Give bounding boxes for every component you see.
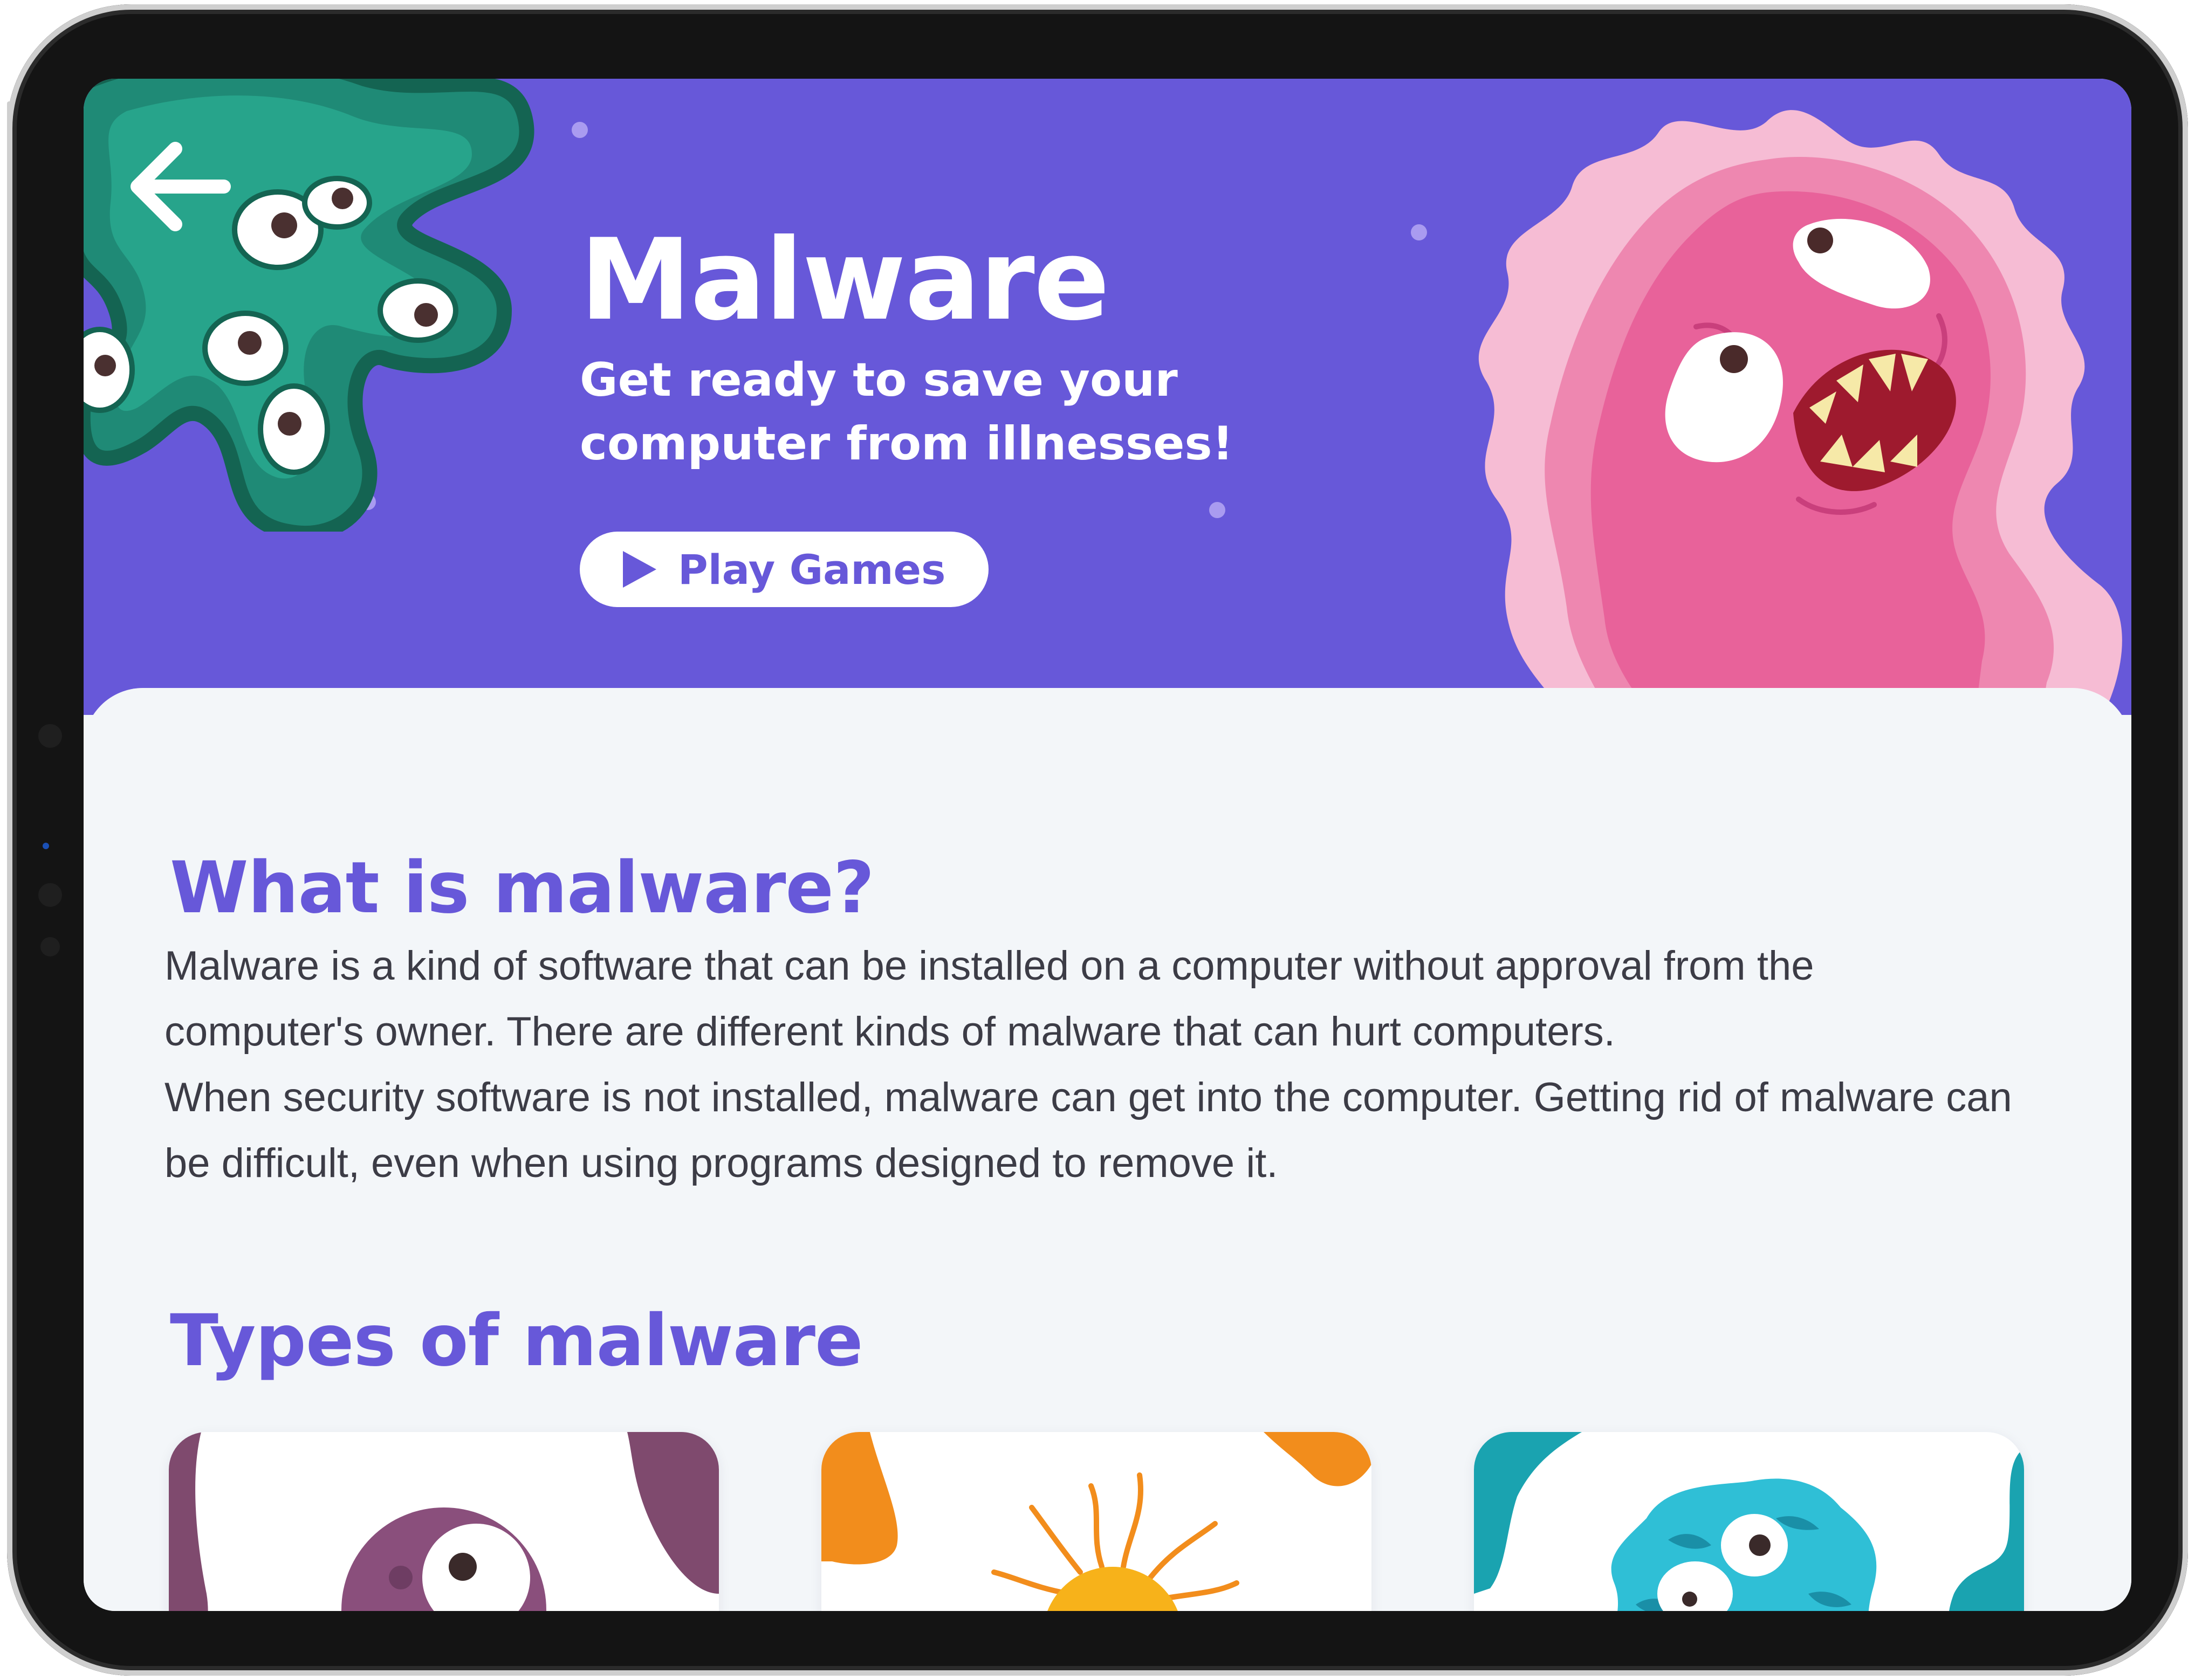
camera-indicator [43, 843, 49, 849]
arrow-left-icon [131, 142, 231, 231]
volume-button [260, 4, 336, 9]
what-is-paragraph-1: Malware is a kind of software that can b… [164, 943, 1814, 1055]
what-is-heading: What is malware? [170, 846, 875, 929]
pink-virus-illustration [1478, 110, 2122, 747]
back-button[interactable] [116, 133, 245, 240]
star-decoration [1209, 502, 1225, 518]
malware-type-card[interactable] [821, 1432, 1371, 1611]
play-icon [623, 551, 656, 588]
malware-type-card[interactable] [169, 1432, 719, 1611]
app-screen: Malware Get ready to save your computer … [84, 79, 2131, 1611]
camera-sensor [38, 724, 62, 748]
star-decoration [572, 122, 588, 138]
malware-type-card[interactable] [1474, 1432, 2024, 1611]
power-button [7, 101, 11, 193]
camera-sensor [38, 883, 62, 907]
what-is-paragraph-2: When security software is not installed,… [164, 1075, 2012, 1186]
types-heading: Types of malware [170, 1299, 863, 1382]
volume-button [163, 4, 239, 9]
camera-sensor [40, 937, 60, 956]
page-title: Malware [580, 215, 1110, 346]
play-games-button[interactable]: Play Games [580, 532, 989, 607]
tablet-frame: Malware Get ready to save your computer … [7, 4, 2188, 1676]
star-decoration [1411, 224, 1427, 240]
play-games-label: Play Games [678, 545, 946, 594]
orange-virus-illustration [821, 1432, 1371, 1611]
page-subtitle: Get ready to save your computer from ill… [580, 353, 1233, 471]
hero-banner: Malware Get ready to save your computer … [84, 79, 2131, 747]
purple-virus-illustration [169, 1432, 719, 1611]
blue-virus-illustration [1474, 1432, 2024, 1611]
